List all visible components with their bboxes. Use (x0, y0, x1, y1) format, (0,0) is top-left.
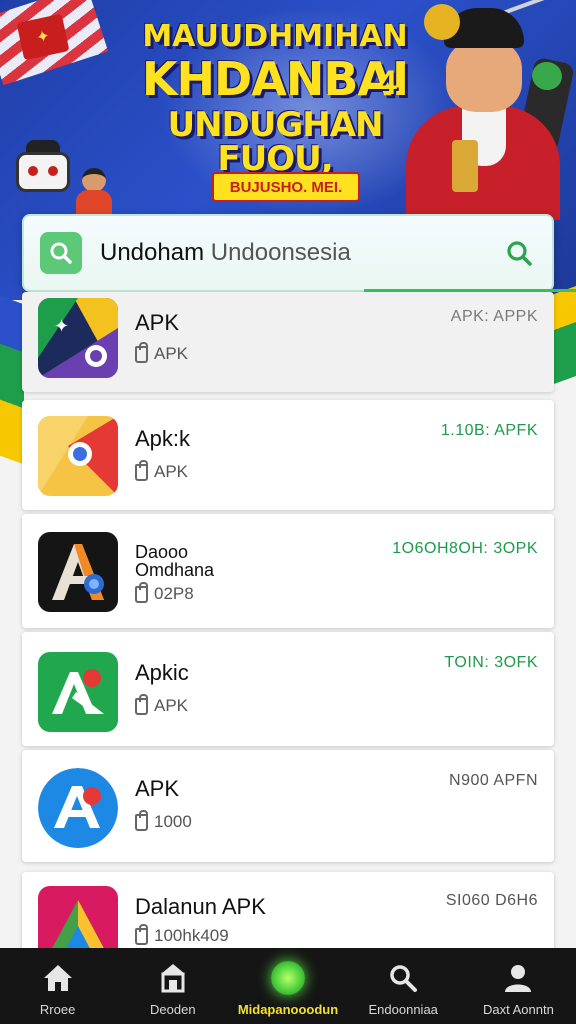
active-dot-icon (270, 960, 306, 996)
search-value-primary: Undoham (100, 239, 205, 266)
bag-icon (135, 459, 148, 481)
app-subtitle: APK (135, 341, 189, 364)
nav-item-account[interactable]: Daxt Aonntn (461, 948, 576, 1024)
app-subtitle-text: 100hk409 (154, 926, 229, 945)
home-icon (40, 960, 76, 996)
app-meta: SI060 D6H6 (445, 892, 538, 909)
app-subtitle-text: APK (154, 462, 189, 481)
app-title: APK (135, 776, 180, 801)
app-icon-4 (38, 652, 118, 732)
app-icon-3 (38, 532, 118, 612)
search-value-secondary: Undoonsesia (204, 239, 351, 266)
svg-text:✦: ✦ (54, 316, 69, 337)
app-subtitle: APK (135, 459, 189, 482)
app-icon-5 (38, 768, 118, 848)
app-meta: TOIN: 3OFK (444, 654, 538, 671)
banner-sub-badge: BUJUSHO. MEI. (212, 172, 360, 202)
app-title: Apk:k (135, 426, 191, 451)
app-title: Dalanun APK (135, 894, 266, 919)
nav-label: Deoden (150, 1002, 196, 1017)
app-title-line-2: Omdhana (135, 560, 215, 580)
nav-item-search[interactable]: Endoonniaa (346, 948, 461, 1024)
app-meta: 1O6OH8OH: 3OPK (392, 540, 538, 557)
app-icon-2 (38, 416, 118, 496)
ribbon-decoration-right (554, 285, 576, 385)
app-subtitle-text: 02P8 (154, 584, 194, 603)
search-bar[interactable]: Undoham Undoonsesia (22, 214, 576, 292)
bottom-nav: Rroee Deoden Midapanooodun Endoonniaa Da… (0, 948, 576, 1024)
search-input[interactable]: Undoham Undoonsesia (100, 239, 502, 267)
store-icon (155, 960, 191, 996)
nav-label: Endoonniaa (368, 1002, 438, 1017)
app-list-item[interactable]: Apk:k APK 1.10B: APFK (22, 400, 554, 510)
nav-label: Midapanooodun (237, 1002, 339, 1017)
app-title: Apkic (135, 660, 189, 685)
nav-item-store[interactable]: Deoden (115, 948, 230, 1024)
bag-icon (135, 809, 148, 831)
app-subtitle: APK (135, 693, 189, 716)
app-list-item[interactable]: Apkic APK TOIN: 3OFK (22, 632, 554, 746)
app-subtitle: 100hk409 (135, 923, 229, 946)
app-meta: N900 APFN (449, 772, 538, 789)
app-icon-1: ✦ (38, 298, 118, 378)
bag-icon (135, 341, 148, 363)
nav-label: Daxt Aonntn (483, 1002, 554, 1017)
headline-line-1: MAUUDHMIHAN (142, 19, 408, 54)
robot-character-image (12, 140, 74, 210)
search-app-icon (40, 232, 82, 274)
nav-item-active[interactable]: Midapanooodun (230, 948, 345, 1024)
app-list-item[interactable]: ✦ APK APK APK: APPK (22, 292, 554, 392)
app-list-item[interactable]: Daooo Omdhana 02P8 1O6OH8OH: 3OPK (22, 514, 554, 628)
app-meta: APK: APPK (450, 308, 538, 325)
app-title: APK (135, 310, 180, 335)
app-subtitle: 1000 (135, 809, 192, 832)
ribbon-decoration-left (0, 295, 24, 465)
headline-badge: 4 (378, 64, 397, 102)
app-subtitle-text: APK (154, 344, 189, 363)
search-icon (385, 960, 421, 996)
mascot-character-image (396, 0, 576, 220)
bag-icon (135, 693, 148, 715)
nav-label: Rroee (39, 1002, 76, 1017)
app-meta: 1.10B: APFK (440, 422, 538, 439)
headline-line-3: UNDUGHAN FUOU, (167, 105, 383, 179)
app-list-item[interactable]: APK 1000 N900 APFN (22, 750, 554, 862)
app-subtitle-text: 1000 (154, 812, 192, 831)
app-subtitle-text: APK (154, 696, 189, 715)
bag-icon (135, 923, 148, 945)
kid-character-image (72, 168, 116, 218)
search-icon[interactable] (502, 236, 536, 270)
bag-icon (135, 581, 148, 603)
app-subtitle: 02P8 (135, 581, 194, 604)
user-icon (500, 960, 536, 996)
nav-item-home[interactable]: Rroee (0, 948, 115, 1024)
